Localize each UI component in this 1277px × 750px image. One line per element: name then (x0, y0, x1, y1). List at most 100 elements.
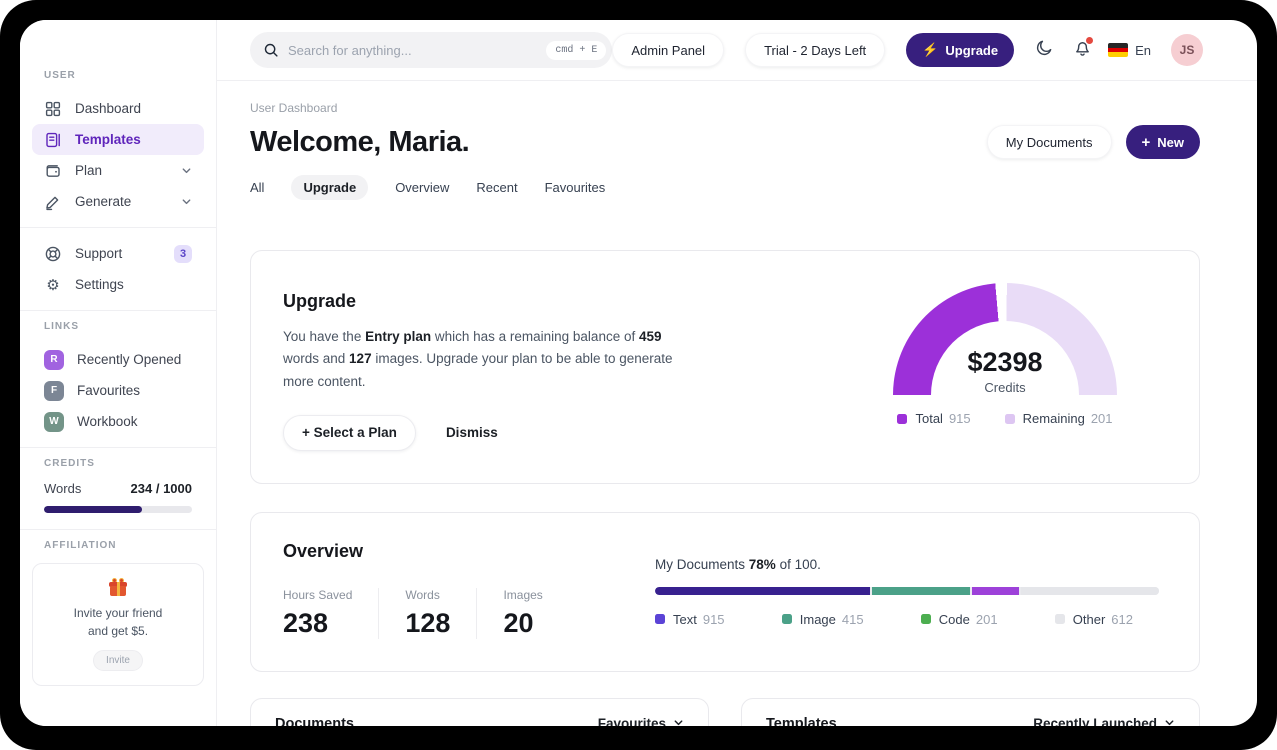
divider (20, 227, 216, 228)
invite-button[interactable]: Invite (93, 650, 143, 671)
stat-hours-saved: Hours Saved 238 (283, 587, 380, 639)
notification-dot (1086, 37, 1094, 44)
sidebar-item-templates[interactable]: Templates (32, 124, 204, 155)
sidebar-item-label: Support (75, 246, 123, 261)
documents-progress-label: My Documents 78% of 100. (655, 556, 821, 572)
sidebar-item-label: Dashboard (75, 101, 142, 116)
wallet-icon (44, 162, 62, 180)
legend-swatch (655, 614, 665, 625)
documents-stacked-bar (655, 586, 1159, 595)
support-count-badge: 3 (174, 244, 192, 263)
pencil-icon (44, 193, 62, 211)
overview-card-title: Overview (283, 540, 364, 561)
germany-flag-icon[interactable] (1108, 43, 1129, 57)
chevron-down-icon (181, 196, 192, 207)
templates-card: Templates Recently Launched Blog Post Ti… (741, 697, 1200, 726)
bar-segment-code (971, 586, 1020, 595)
upgrade-button[interactable]: ⚡ Upgrade (906, 33, 1015, 67)
admin-panel-button[interactable]: Admin Panel (612, 33, 725, 67)
search-shortcut: cmd + E (546, 40, 607, 60)
documents-card-title: Documents (275, 715, 354, 726)
bar-segment-other (1021, 586, 1159, 595)
main-content: User Dashboard Welcome, Maria. My Docume… (217, 81, 1257, 726)
tab-favourites[interactable]: Favourites (545, 175, 606, 200)
search-placeholder: Search for anything... (288, 42, 412, 58)
tab-recent[interactable]: Recent (476, 175, 517, 200)
breadcrumb: User Dashboard (250, 101, 338, 115)
sidebar-item-settings[interactable]: ⚙ Settings (32, 269, 204, 300)
documents-card-header: Documents Favourites (251, 699, 708, 726)
documents-filter-dropdown[interactable]: Favourites (598, 716, 684, 726)
dismiss-button[interactable]: Dismiss (446, 425, 498, 440)
sidebar-item-label: Templates (75, 132, 141, 147)
page-header: Welcome, Maria. My Documents + New (250, 125, 1200, 159)
user-avatar[interactable]: JS (1171, 34, 1203, 66)
templates-card-header: Templates Recently Launched (742, 699, 1199, 726)
sidebar-item-plan[interactable]: Plan (32, 155, 204, 186)
chevron-down-icon (1164, 716, 1175, 726)
credits-progress-fill (44, 506, 142, 513)
notifications-button[interactable] (1068, 36, 1096, 64)
bottom-cards-row: Documents Favourites Untitled Document i… (250, 697, 1200, 726)
sidebar: USER Dashboard Templates Plan Generate S… (20, 20, 217, 726)
dark-mode-toggle[interactable] (1030, 36, 1058, 64)
sidebar-item-label: Generate (75, 194, 132, 209)
sidebar-section-links: LINKS (44, 321, 79, 332)
sidebar-item-label: Settings (75, 277, 124, 292)
sidebar-item-generate[interactable]: Generate (32, 186, 204, 217)
sidebar-section-affiliation: AFFILIATION (44, 540, 117, 551)
templates-card-title: Templates (766, 715, 837, 726)
page-title: Welcome, Maria. (250, 125, 470, 158)
trial-badge[interactable]: Trial - 2 Days Left (745, 33, 886, 67)
lifebuoy-icon (44, 245, 62, 263)
legend-text: Text 915 (655, 612, 725, 627)
divider (20, 529, 216, 530)
tab-upgrade[interactable]: Upgrade (291, 175, 369, 200)
chevron-down-icon (181, 165, 192, 176)
overview-stats-block: Overview Hours Saved 238 Words 128 Image… (283, 541, 655, 639)
gift-icon (108, 577, 128, 597)
stats-row: Hours Saved 238 Words 128 Images 20 (283, 587, 655, 639)
templates-icon (44, 131, 62, 149)
legend-swatch (920, 614, 931, 625)
legend-other: Other 612 (1054, 612, 1133, 627)
sidebar-section-user: USER (44, 70, 76, 81)
upgrade-card-title: Upgrade (283, 291, 357, 311)
new-button[interactable]: + New (1125, 125, 1200, 159)
bar-segment-text (655, 586, 871, 595)
sidebar-section-credits: CREDITS (44, 458, 95, 469)
credits-label: Words (44, 481, 82, 496)
search-input[interactable]: Search for anything... cmd + E (250, 32, 613, 68)
topbar: Search for anything... cmd + E Admin Pan… (217, 20, 1257, 81)
select-plan-button[interactable]: + Select a Plan (283, 414, 416, 451)
tab-all[interactable]: All (250, 175, 264, 200)
sidebar-item-label: Plan (75, 163, 103, 178)
sidebar-item-support[interactable]: Support 3 (32, 238, 204, 269)
legend-total: Total 915 (897, 411, 971, 426)
sidebar-link-label: Favourites (77, 383, 141, 398)
tab-overview[interactable]: Overview (395, 175, 449, 200)
templates-filter-dropdown[interactable]: Recently Launched (1033, 716, 1175, 726)
overview-card: Overview Hours Saved 238 Words 128 Image… (250, 511, 1200, 672)
sidebar-link-favourites[interactable]: F Favourites (32, 375, 204, 406)
credits-gauge-chart: $2398 Credits (893, 283, 1117, 395)
sidebar-link-workbook[interactable]: W Workbook (32, 406, 204, 437)
sidebar-item-dashboard[interactable]: Dashboard (32, 93, 204, 124)
filter-tabs: All Upgrade Overview Recent Favourites (250, 175, 1200, 200)
credits-gauge-block: $2398 Credits Total 915 Remaining 201 (875, 283, 1135, 451)
credits-value: 234 / 1000 (130, 481, 192, 496)
upgrade-card-actions: + Select a Plan Dismiss (283, 414, 875, 451)
lightning-icon: ⚡ (922, 42, 939, 57)
language-label[interactable]: En (1135, 43, 1151, 58)
plus-icon: + (1141, 133, 1151, 151)
stat-words: Words 128 (379, 587, 478, 639)
stacked-bar-legend: Text 915 Image 415 Code 201 Other 612 (655, 612, 1159, 627)
legend-swatch (897, 413, 908, 424)
legend-swatch (1004, 413, 1015, 424)
stat-images: Images 20 (503, 587, 543, 638)
sidebar-link-recently-opened[interactable]: R Recently Opened (32, 344, 204, 375)
sidebar-link-label: Workbook (77, 414, 138, 429)
gauge-legend: Total 915 Remaining 201 (897, 411, 1113, 426)
my-documents-button[interactable]: My Documents (986, 125, 1112, 159)
chevron-down-icon (673, 716, 684, 726)
